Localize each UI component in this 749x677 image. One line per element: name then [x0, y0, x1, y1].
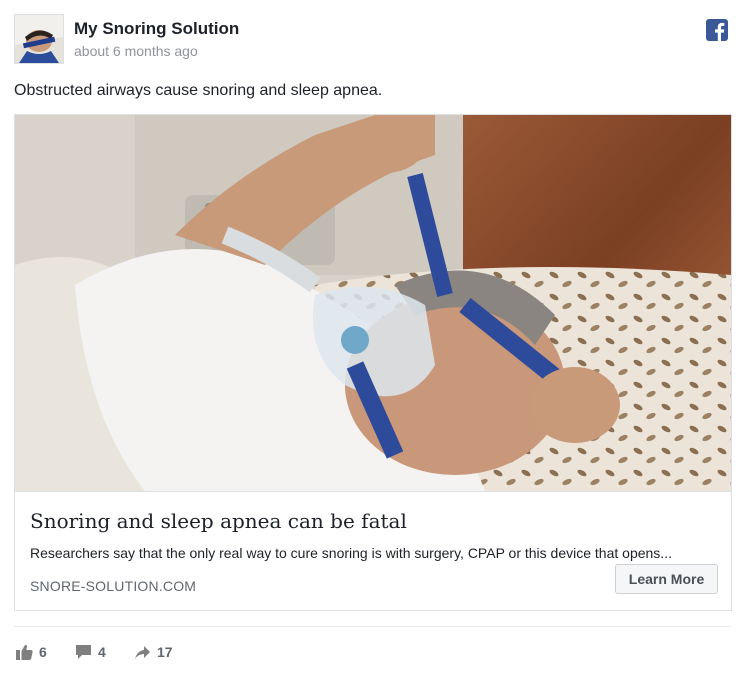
likes-number: 6: [39, 644, 47, 660]
share-arrow-icon: [135, 646, 150, 659]
avatar-photo: [15, 15, 63, 63]
shares-number: 17: [157, 644, 173, 660]
link-preview-image[interactable]: [15, 115, 731, 491]
facebook-icon[interactable]: [706, 19, 728, 41]
learn-more-button[interactable]: Learn More: [615, 564, 718, 594]
comments-number: 4: [98, 644, 106, 660]
engagement-divider: [14, 626, 732, 627]
thumbs-up-icon: [16, 644, 33, 660]
page-name[interactable]: My Snoring Solution: [74, 19, 239, 39]
post-message: Obstructed airways cause snoring and sle…: [14, 82, 383, 99]
link-domain: SNORE-SOLUTION.COM: [30, 578, 197, 594]
page-avatar[interactable]: [14, 14, 64, 64]
link-preview-text[interactable]: Snoring and sleep apnea can be fatal Res…: [15, 491, 731, 610]
link-preview-card[interactable]: Snoring and sleep apnea can be fatal Res…: [14, 114, 732, 611]
link-description: Researchers say that the only real way t…: [30, 545, 672, 561]
shares-count[interactable]: 17: [134, 642, 173, 662]
likes-count[interactable]: 6: [16, 642, 47, 662]
post-timestamp[interactable]: about 6 months ago: [74, 43, 198, 59]
comment-icon: [76, 645, 91, 659]
facebook-post-embed: My Snoring Solution about 6 months ago O…: [0, 0, 749, 677]
link-headline[interactable]: Snoring and sleep apnea can be fatal: [30, 509, 407, 533]
comments-count[interactable]: 4: [75, 642, 106, 662]
